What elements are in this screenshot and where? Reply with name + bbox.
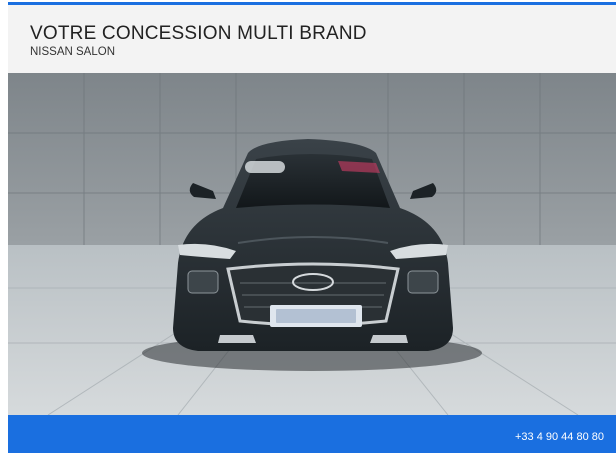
dealer-card[interactable]: VOTRE CONCESSION MULTI BRAND NISSAN SALO…: [8, 2, 616, 453]
card-header: VOTRE CONCESSION MULTI BRAND NISSAN SALO…: [8, 5, 616, 73]
dealer-subtitle: NISSAN SALON: [30, 46, 115, 58]
car-photo-illustration: [8, 73, 616, 415]
card-footer: +33 4 90 44 80 80: [8, 415, 616, 453]
car-photo[interactable]: [8, 73, 616, 415]
dealer-phone-number[interactable]: +33 4 90 44 80 80: [515, 431, 604, 443]
dealer-title: VOTRE CONCESSION MULTI BRAND: [30, 23, 367, 44]
